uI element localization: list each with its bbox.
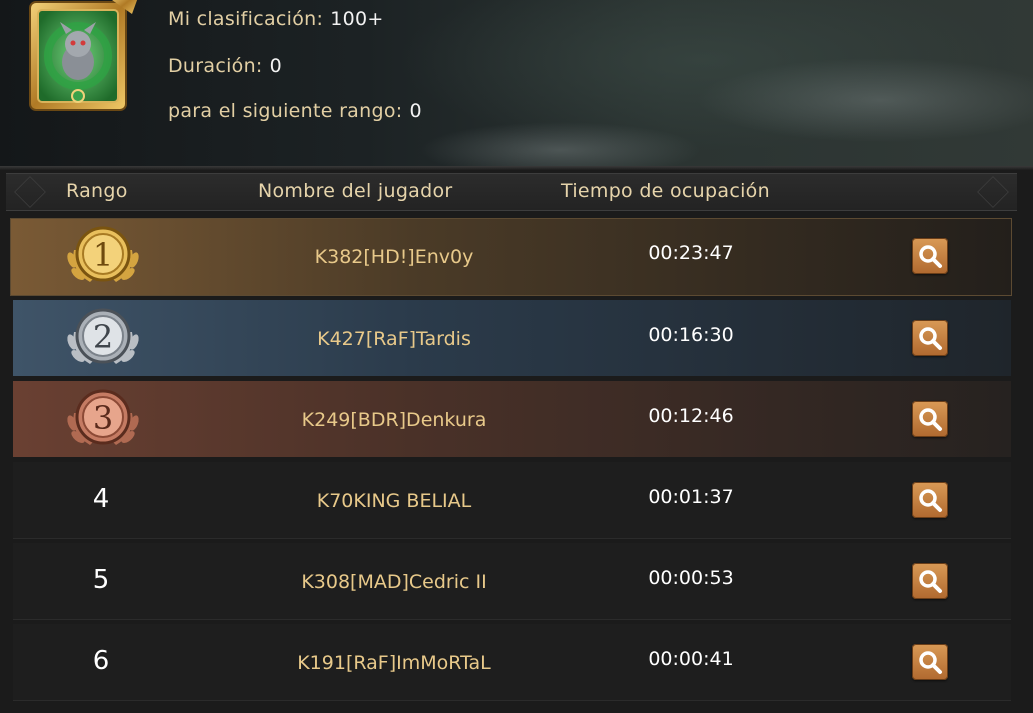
player-name: K70KING BELIAL xyxy=(316,490,472,512)
player-name: K427[RaF]Tardis xyxy=(317,328,471,350)
my-ranking: Mi clasificación: 100+ xyxy=(168,8,384,30)
player-name: K308[MAD]Cedric II xyxy=(301,571,487,593)
ornament-left xyxy=(14,176,46,208)
silver-medal-icon: 2 xyxy=(67,308,139,364)
medal-rank-number: 2 xyxy=(93,318,113,356)
occupation-time: 00:16:30 xyxy=(648,324,734,346)
occupation-time: 00:00:41 xyxy=(648,648,734,670)
my-duration: Duración: 0 xyxy=(168,55,282,77)
medal-rank-number: 1 xyxy=(93,236,113,274)
table-row[interactable]: 1 K382[HD!]Env0y 00:23:47 xyxy=(0,218,1033,298)
magnifier-icon xyxy=(919,489,942,512)
banner-divider xyxy=(0,166,1033,170)
duration-value: 0 xyxy=(269,55,283,77)
table-row[interactable]: 3 K249[BDR]Denkura 00:12:46 xyxy=(0,381,1033,461)
magnifier-icon xyxy=(919,570,942,593)
rank-number: 4 xyxy=(92,484,110,514)
header-player: Nombre del jugador xyxy=(258,180,453,202)
rank-number: 5 xyxy=(92,565,110,595)
table-header xyxy=(6,173,1017,211)
profile-banner xyxy=(0,0,1033,170)
view-player-button[interactable] xyxy=(912,482,948,518)
table-row[interactable]: 4 K70KING BELIAL 00:01:37 xyxy=(0,462,1033,542)
occupation-time: 00:00:53 xyxy=(648,567,734,589)
next-rank: para el siguiente rango: 0 xyxy=(168,100,422,122)
my-ranking-value: 100+ xyxy=(330,8,384,30)
view-player-button[interactable] xyxy=(912,644,948,680)
bronze-medal-icon: 3 xyxy=(67,389,139,445)
player-name: K382[HD!]Env0y xyxy=(314,246,474,268)
magnifier-icon xyxy=(919,327,942,350)
rank-number: 6 xyxy=(92,646,110,676)
next-rank-value: 0 xyxy=(409,100,422,122)
duration-label: Duración: xyxy=(168,55,263,77)
my-ranking-label: Mi clasificación: xyxy=(168,8,324,30)
table-row[interactable]: 6 K191[RaF]ImMoRTaL 00:00:41 xyxy=(0,624,1033,704)
view-player-button[interactable] xyxy=(912,320,948,356)
occupation-time: 00:01:37 xyxy=(648,486,734,508)
player-avatar[interactable] xyxy=(26,0,144,112)
magnifier-icon xyxy=(919,245,942,268)
medal-rank-number: 3 xyxy=(93,399,113,437)
view-player-button[interactable] xyxy=(912,401,948,437)
player-name: K191[RaF]ImMoRTaL xyxy=(297,652,491,674)
magnifier-icon xyxy=(919,651,942,674)
header-time: Tiempo de ocupación xyxy=(561,180,770,202)
view-player-button[interactable] xyxy=(912,563,948,599)
table-row[interactable]: 2 K427[RaF]Tardis 00:16:30 xyxy=(0,300,1033,380)
ornament-right xyxy=(977,176,1009,208)
view-player-button[interactable] xyxy=(912,238,948,274)
occupation-time: 00:23:47 xyxy=(648,242,734,264)
magnifier-icon xyxy=(919,408,942,431)
header-rank: Rango xyxy=(66,180,128,202)
player-name: K249[BDR]Denkura xyxy=(301,409,487,431)
next-rank-label: para el siguiente rango: xyxy=(168,100,403,122)
table-row[interactable]: 5 K308[MAD]Cedric II 00:00:53 xyxy=(0,543,1033,623)
gold-medal-icon: 1 xyxy=(67,226,139,282)
occupation-time: 00:12:46 xyxy=(648,405,734,427)
